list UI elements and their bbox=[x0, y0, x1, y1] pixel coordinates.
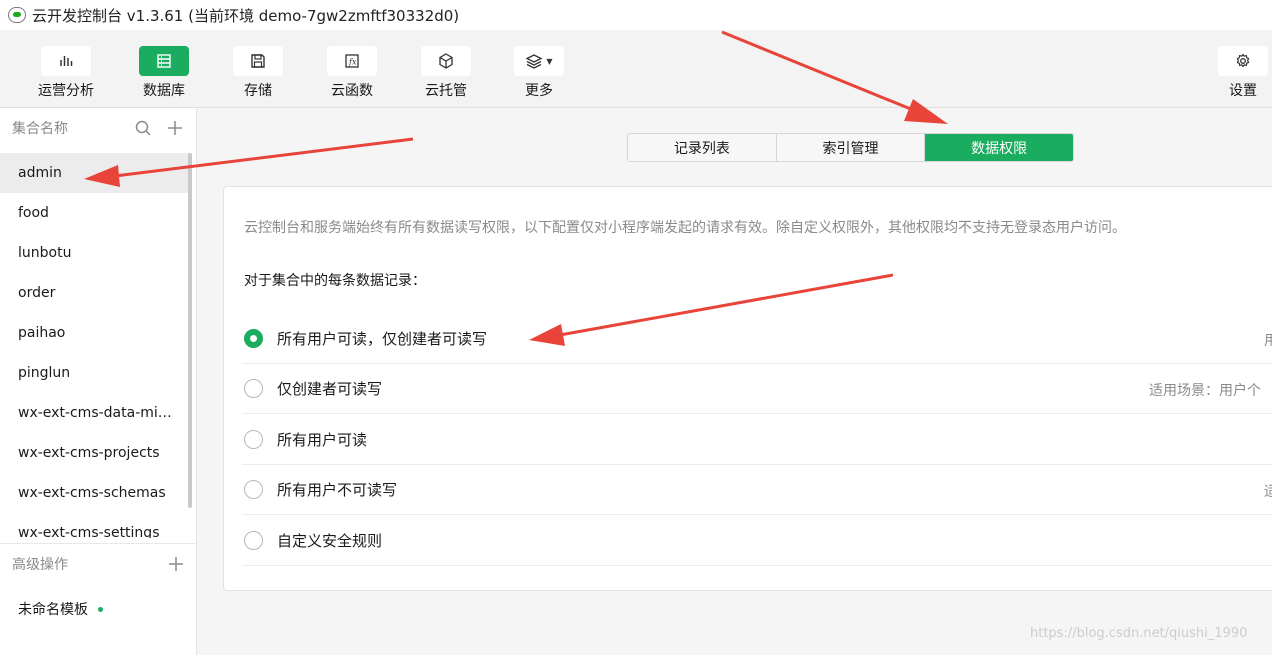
collection-sidebar: 集合名称 admin food lunbotu order paihao pin… bbox=[0, 108, 197, 655]
svg-text:fx: fx bbox=[348, 58, 357, 67]
permission-option[interactable]: 自定义安全规则 bbox=[242, 516, 1272, 566]
collection-list-title: 集合名称 bbox=[12, 121, 68, 137]
collection-list-header: 集合名称 bbox=[0, 108, 196, 148]
storage-button[interactable] bbox=[233, 46, 283, 76]
toolbar-label: 设置 bbox=[1229, 83, 1257, 99]
advanced-operations-title: 高级操作 bbox=[12, 557, 68, 573]
toolbar-item-database[interactable]: 数据库 bbox=[131, 46, 197, 100]
toolbar-item-cloud-hosting[interactable]: 云托管 bbox=[413, 46, 479, 100]
permission-option-label: 自定义安全规则 bbox=[277, 532, 383, 550]
collection-item[interactable]: wx-ext-cms-schemas bbox=[0, 473, 192, 513]
radio[interactable] bbox=[244, 430, 263, 449]
collection-item[interactable]: food bbox=[0, 193, 192, 233]
permission-option-label: 所有用户可读，仅创建者可读写 bbox=[277, 330, 488, 348]
radio-selected[interactable] bbox=[244, 329, 263, 348]
template-name: 未命名模板 bbox=[18, 602, 88, 618]
function-icon: fx bbox=[345, 54, 359, 68]
toolbar-label: 云函数 bbox=[331, 83, 373, 99]
cloud-hosting-button[interactable] bbox=[421, 46, 471, 76]
permission-option[interactable]: 所有用户不可读写 适 bbox=[242, 465, 1272, 515]
toolbar-label: 运营分析 bbox=[38, 83, 94, 99]
toolbar-item-functions[interactable]: fx 云函数 bbox=[319, 46, 385, 100]
permission-option[interactable]: 所有用户可读 bbox=[242, 415, 1272, 465]
advanced-operations-section: 高级操作 未命名模板 bbox=[0, 543, 197, 655]
collection-item[interactable]: wx-ext-cms-data-mig... bbox=[0, 393, 192, 433]
toolbar-item-more[interactable]: ▼ 更多 bbox=[506, 46, 572, 100]
permission-note: 云控制台和服务端始终有所有数据读写权限，以下配置仅对小程序端发起的请求有效。除自… bbox=[244, 220, 1126, 236]
collection-item[interactable]: wx-ext-cms-projects bbox=[0, 433, 192, 473]
template-item[interactable]: 未命名模板 bbox=[0, 589, 197, 629]
collection-item[interactable]: wx-ext-cms-settings bbox=[0, 513, 192, 538]
permission-option-hint: 适用场景：用户个 bbox=[1149, 383, 1261, 399]
plus-icon[interactable] bbox=[167, 555, 185, 573]
toolbar-label: 存储 bbox=[244, 83, 272, 99]
gear-icon bbox=[1236, 53, 1250, 68]
title-bar: 云开发控制台 v1.3.61 (当前环境 demo-7gw2zmftf30332… bbox=[0, 0, 1272, 30]
collection-item[interactable]: lunbotu bbox=[0, 233, 192, 273]
more-button[interactable]: ▼ bbox=[514, 46, 564, 76]
toolbar-item-analytics[interactable]: 运营分析 bbox=[33, 46, 99, 100]
search-icon[interactable] bbox=[134, 119, 152, 137]
permission-subtitle: 对于集合中的每条数据记录： bbox=[244, 273, 426, 289]
permission-option-hint: 适 bbox=[1264, 484, 1272, 500]
caret-down-icon: ▼ bbox=[546, 56, 553, 66]
permission-option-hint: 用 bbox=[1264, 333, 1272, 349]
settings-button[interactable] bbox=[1218, 46, 1268, 76]
advanced-operations-header: 高级操作 bbox=[0, 544, 197, 584]
collection-item[interactable]: order bbox=[0, 273, 192, 313]
database-icon bbox=[157, 54, 171, 68]
permission-option-label: 所有用户可读 bbox=[277, 431, 368, 449]
radio[interactable] bbox=[244, 480, 263, 499]
toolbar-label: 云托管 bbox=[425, 83, 467, 99]
collection-list-scrollbar[interactable] bbox=[188, 153, 192, 508]
bar-chart-icon bbox=[60, 56, 73, 66]
cube-icon bbox=[439, 53, 453, 69]
radio[interactable] bbox=[244, 379, 263, 398]
floppy-icon bbox=[251, 54, 265, 68]
permission-panel: 云控制台和服务端始终有所有数据读写权限，以下配置仅对小程序端发起的请求有效。除自… bbox=[223, 186, 1272, 591]
status-dot bbox=[98, 606, 103, 612]
permission-option-label: 仅创建者可读写 bbox=[277, 380, 383, 398]
plus-icon[interactable] bbox=[166, 119, 184, 137]
tab-index-management[interactable]: 索引管理 bbox=[777, 134, 926, 161]
collection-item[interactable]: admin bbox=[0, 153, 192, 193]
functions-button[interactable]: fx bbox=[327, 46, 377, 76]
analytics-button[interactable] bbox=[41, 46, 91, 76]
permission-option[interactable]: 仅创建者可读写 适用场景：用户个 bbox=[242, 364, 1272, 414]
wechat-devtools-logo-icon bbox=[8, 7, 26, 23]
collection-list: admin food lunbotu order paihao pinglun … bbox=[0, 153, 192, 538]
main-toolbar: 运营分析 数据库 存储 fx 云函数 云托管 ▼ 更多 设置 bbox=[0, 30, 1272, 108]
watermark: https://blog.csdn.net/qiushi_1990 bbox=[1030, 626, 1248, 641]
collection-item[interactable]: paihao bbox=[0, 313, 192, 353]
toolbar-item-settings[interactable]: 设置 bbox=[1210, 46, 1272, 100]
tab-record-list[interactable]: 记录列表 bbox=[628, 134, 777, 161]
permission-option[interactable]: 所有用户可读，仅创建者可读写 用 bbox=[242, 314, 1272, 364]
toolbar-label: 更多 bbox=[525, 83, 553, 99]
collection-item[interactable]: pinglun bbox=[0, 353, 192, 393]
database-tabs: 记录列表 索引管理 数据权限 bbox=[627, 133, 1074, 162]
window-title: 云开发控制台 v1.3.61 (当前环境 demo-7gw2zmftf30332… bbox=[32, 6, 460, 25]
radio[interactable] bbox=[244, 531, 263, 550]
layers-icon bbox=[525, 54, 543, 69]
database-button[interactable] bbox=[139, 46, 189, 76]
toolbar-item-storage[interactable]: 存储 bbox=[225, 46, 291, 100]
tab-data-permission[interactable]: 数据权限 bbox=[925, 134, 1073, 161]
toolbar-label: 数据库 bbox=[143, 83, 185, 99]
permission-option-label: 所有用户不可读写 bbox=[277, 481, 398, 499]
